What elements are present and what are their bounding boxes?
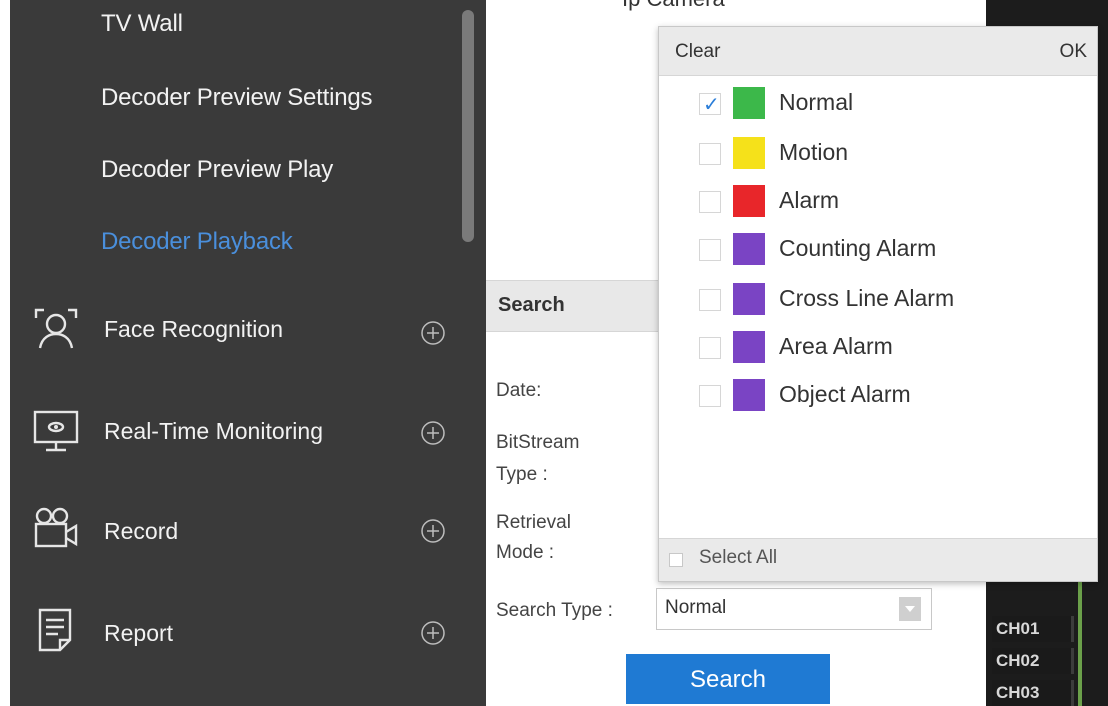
clear-button[interactable]: Clear <box>675 41 720 63</box>
option-alarm[interactable]: Alarm <box>699 185 1059 225</box>
option-object-alarm[interactable]: Object Alarm <box>699 379 1059 419</box>
color-swatch <box>733 379 765 411</box>
chevron-down-icon[interactable] <box>899 597 921 621</box>
retrieval-label-line2: Mode : <box>496 542 555 563</box>
search-button[interactable]: Search <box>626 654 830 704</box>
expand-plus-icon[interactable] <box>420 320 446 346</box>
search-type-label: Search Type : <box>496 600 613 621</box>
dropdown-header: Clear OK <box>659 27 1097 76</box>
option-cross-line-alarm[interactable]: Cross Line Alarm <box>699 283 1059 323</box>
option-label: Motion <box>779 139 849 165</box>
retrieval-label-line1: Retrieval <box>496 512 571 533</box>
option-label: Alarm <box>779 187 840 213</box>
search-type-select[interactable]: Normal <box>656 588 932 630</box>
bitstream-label-line1: BitStream <box>496 432 580 453</box>
monitor-icon <box>33 410 79 452</box>
color-swatch <box>733 331 765 363</box>
select-all-label[interactable]: Select All <box>699 547 777 569</box>
checkbox[interactable] <box>699 143 721 165</box>
sidebar-subitem-tv-wall[interactable]: TV Wall <box>101 10 183 38</box>
checkbox[interactable] <box>699 337 721 359</box>
search-type-dropdown: Clear OK ✓ Normal Motion Alarm Counting … <box>658 26 1098 582</box>
expand-plus-icon[interactable] <box>420 420 446 446</box>
nav-label-record: Record <box>104 518 179 544</box>
checkmark-icon: ✓ <box>703 94 720 116</box>
channel-label[interactable]: CH01 <box>992 616 1074 642</box>
color-swatch <box>733 137 765 169</box>
option-area-alarm[interactable]: Area Alarm <box>699 331 1059 371</box>
report-document-icon <box>38 608 72 652</box>
color-swatch <box>733 233 765 265</box>
bitstream-label-line2: Type : <box>496 464 548 485</box>
checkbox[interactable] <box>699 385 721 407</box>
nav-label-face-recognition: Face Recognition <box>104 316 283 342</box>
color-swatch <box>733 185 765 217</box>
nav-item-record[interactable]: Record <box>10 496 486 566</box>
option-motion[interactable]: Motion <box>699 137 1059 177</box>
option-label: Normal <box>779 89 854 115</box>
nav-item-face-recognition[interactable]: Face Recognition <box>10 296 486 366</box>
channel-label[interactable]: CH03 <box>992 680 1074 706</box>
date-label: Date: <box>496 380 542 401</box>
checkbox[interactable] <box>699 191 721 213</box>
search-type-value: Normal <box>665 597 727 618</box>
checkbox[interactable] <box>699 289 721 311</box>
dropdown-footer: Select All <box>659 538 1097 581</box>
camera-list-item[interactable]: Ip Camera <box>622 0 725 12</box>
sidebar: TV Wall Decoder Preview Settings Decoder… <box>10 0 486 706</box>
ok-button[interactable]: OK <box>1060 41 1087 63</box>
option-label: Cross Line Alarm <box>779 285 955 311</box>
video-camera-icon <box>34 507 78 548</box>
sidebar-subitem-decoder-preview-play[interactable]: Decoder Preview Play <box>101 156 333 184</box>
sidebar-subitem-decoder-playback[interactable]: Decoder Playback <box>101 228 293 256</box>
sidebar-subitem-decoder-preview-settings[interactable]: Decoder Preview Settings <box>101 84 373 112</box>
sidebar-scrollbar[interactable] <box>462 10 474 242</box>
expand-plus-icon[interactable] <box>420 518 446 544</box>
channel-label[interactable]: CH02 <box>992 648 1074 674</box>
nav-label-report: Report <box>104 620 174 646</box>
option-counting-alarm[interactable]: Counting Alarm <box>699 233 1059 273</box>
option-normal[interactable]: ✓ Normal <box>699 87 1059 127</box>
timeline-marker <box>1078 580 1082 706</box>
nav-label-real-time-monitoring: Real-Time Monitoring <box>104 418 323 444</box>
option-label: Object Alarm <box>779 381 911 407</box>
option-label: Area Alarm <box>779 333 893 359</box>
option-label: Counting Alarm <box>779 235 937 261</box>
select-all-checkbox[interactable] <box>669 553 683 567</box>
color-swatch <box>733 87 765 119</box>
face-recognition-icon <box>34 308 78 349</box>
color-swatch <box>733 283 765 315</box>
nav-item-real-time-monitoring[interactable]: Real-Time Monitoring <box>10 398 486 468</box>
nav-item-report[interactable]: Report <box>10 598 486 668</box>
search-section-title: Search <box>498 294 565 316</box>
checkbox[interactable] <box>699 239 721 261</box>
checkbox[interactable]: ✓ <box>699 93 721 115</box>
expand-plus-icon[interactable] <box>420 620 446 646</box>
